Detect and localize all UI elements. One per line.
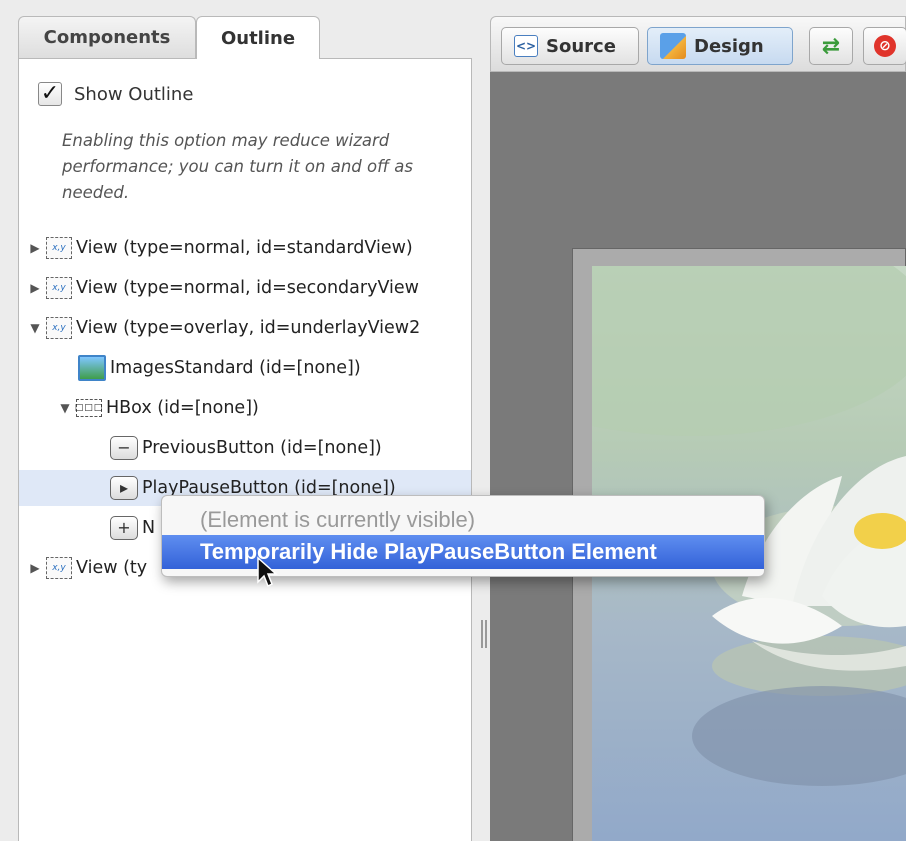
splitter-grip: [481, 620, 483, 648]
expand-arrow-icon[interactable]: ▶: [28, 241, 42, 255]
hbox-icon: □□□: [75, 399, 102, 417]
tree-item-underlay-view[interactable]: ▼ x,y View (type=overlay, id=underlayVie…: [28, 310, 420, 346]
button-icon: ▸: [110, 476, 138, 500]
menu-item-hide-element[interactable]: Temporarily Hide PlayPauseButton Element: [162, 535, 764, 569]
refresh-icon: ⇄: [821, 33, 841, 59]
button-icon: +: [110, 516, 138, 540]
tree-item-previous-button[interactable]: − PreviousButton (id=[none]): [110, 430, 382, 466]
expand-arrow-icon[interactable]: ▶: [28, 561, 42, 575]
tree-item-label: View (ty: [76, 558, 148, 578]
source-button[interactable]: <> Source: [501, 27, 639, 65]
tree-item-view[interactable]: ▶ x,y View (ty: [28, 550, 147, 586]
tab-outline[interactable]: Outline: [196, 16, 320, 59]
tree-item-images-standard[interactable]: ImagesStandard (id=[none]): [78, 350, 361, 386]
design-pencil-icon: [660, 33, 686, 59]
collapse-arrow-icon[interactable]: ▼: [58, 401, 72, 415]
tree-item-label: HBox (id=[none]): [106, 398, 259, 418]
refresh-button[interactable]: ⇄: [809, 27, 853, 65]
button-icon: −: [110, 436, 138, 460]
tree-item-secondary-view[interactable]: ▶ x,y View (type=normal, id=secondaryVie…: [28, 270, 419, 306]
mouse-cursor-icon: [257, 556, 278, 588]
source-button-label: Source: [546, 35, 616, 57]
tab-components[interactable]: Components: [18, 16, 196, 58]
tree-item-label: PreviousButton (id=[none]): [142, 438, 382, 458]
view-icon: x,y: [46, 557, 72, 579]
stop-button[interactable]: ⊘: [863, 27, 906, 65]
view-icon: x,y: [46, 237, 72, 259]
tree-item-label: ImagesStandard (id=[none]): [110, 358, 361, 378]
image-icon: [78, 355, 106, 381]
menu-item-visibility-status: (Element is currently visible): [200, 507, 476, 532]
show-outline-label: Show Outline: [74, 83, 194, 105]
panel-splitter[interactable]: [478, 600, 490, 660]
show-outline-checkbox[interactable]: ✓: [38, 82, 62, 106]
expand-arrow-icon[interactable]: ▶: [28, 281, 42, 295]
show-outline-option[interactable]: ✓ Show Outline: [38, 82, 193, 106]
editor-toolbar: <> Source Design ⇄ ⊘: [490, 16, 906, 72]
source-code-icon: <>: [514, 35, 538, 57]
tree-item-label: View (type=normal, id=secondaryView: [76, 278, 419, 298]
design-button[interactable]: Design: [647, 27, 793, 65]
tree-item-label: N: [142, 518, 156, 538]
tree-item-next-button[interactable]: + N: [110, 510, 155, 546]
tree-item-standard-view[interactable]: ▶ x,y View (type=normal, id=standardView…: [28, 230, 413, 266]
context-menu: (Element is currently visible) Temporari…: [161, 495, 765, 577]
tree-item-label: View (type=overlay, id=underlayView2: [76, 318, 421, 338]
outline-panel: Components Outline ✓ Show Outline Enabli…: [0, 0, 478, 841]
tree-item-hbox[interactable]: ▼ □□□ HBox (id=[none]): [58, 390, 259, 426]
stop-icon: ⊘: [874, 35, 896, 57]
view-icon: x,y: [46, 317, 72, 339]
design-button-label: Design: [694, 35, 764, 57]
performance-hint: Enabling this option may reduce wizard p…: [62, 131, 413, 202]
collapse-arrow-icon[interactable]: ▼: [28, 321, 42, 335]
splitter-grip: [485, 620, 487, 648]
view-icon: x,y: [46, 277, 72, 299]
tree-item-label: View (type=normal, id=standardView): [76, 238, 413, 258]
